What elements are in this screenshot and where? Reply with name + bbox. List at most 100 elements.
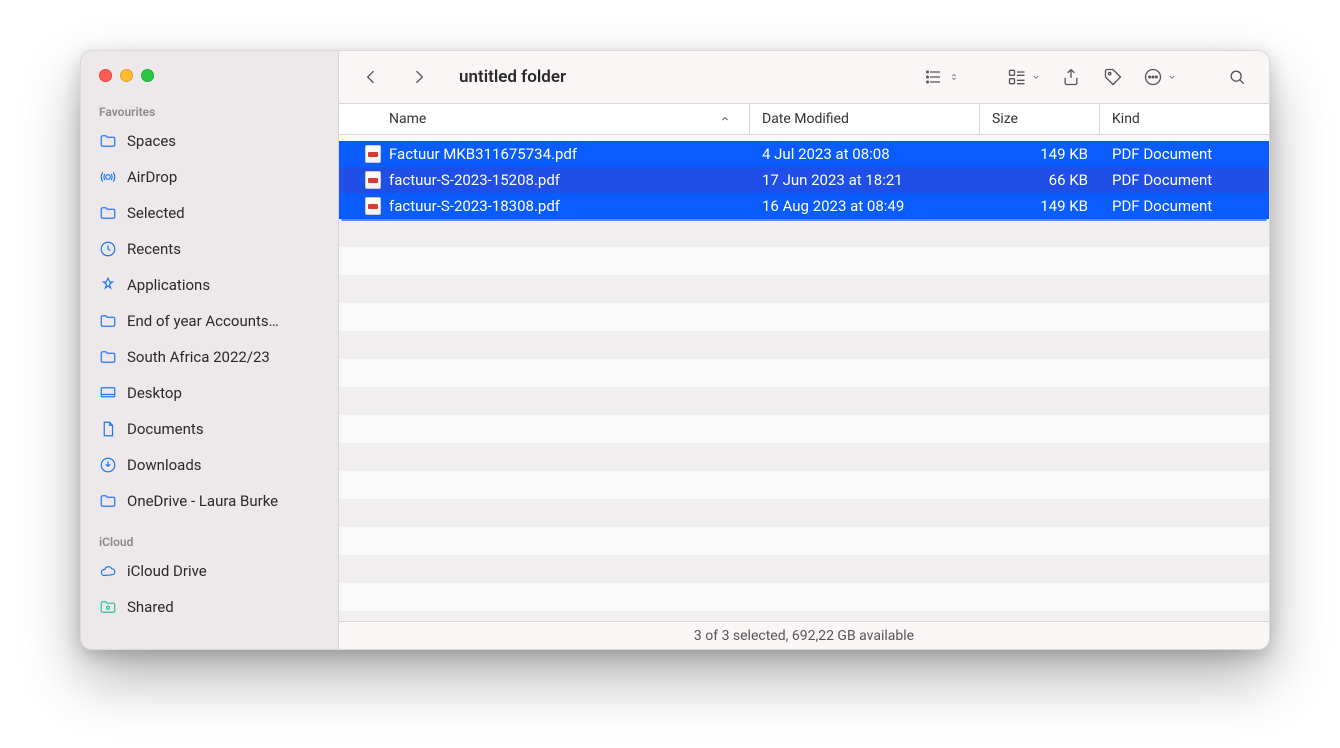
file-row[interactable]: factuur-S-2023-18308.pdf 16 Aug 2023 at …: [339, 193, 1269, 219]
sidebar: Favourites Spaces AirDrop Selected Recen…: [81, 51, 339, 649]
cloud-icon: [99, 562, 117, 580]
folder-title: untitled folder: [459, 67, 566, 87]
column-label: Size: [992, 111, 1018, 127]
sidebar-item-label: iCloud Drive: [127, 562, 207, 580]
sidebar-item-label: South Africa 2022/23: [127, 348, 270, 366]
pdf-file-icon: [365, 145, 381, 163]
column-header-size[interactable]: Size: [980, 104, 1100, 134]
tag-icon: [1103, 67, 1123, 87]
file-size: 66 KB: [980, 171, 1100, 189]
sidebar-item-desktop[interactable]: Desktop: [81, 375, 338, 411]
column-headers: Name Date Modified Size Kind: [339, 103, 1269, 135]
pdf-file-icon: [365, 197, 381, 215]
column-label: Name: [389, 111, 426, 127]
sidebar-item-applications[interactable]: Applications: [81, 267, 338, 303]
column-header-name[interactable]: Name: [339, 104, 750, 134]
sidebar-item-selected[interactable]: Selected: [81, 195, 338, 231]
nav-forward-button[interactable]: [407, 67, 431, 87]
main-pane: untitled folder: [339, 51, 1269, 649]
file-kind: PDF Document: [1100, 197, 1269, 215]
download-icon: [99, 456, 117, 474]
sidebar-item-label: Applications: [127, 276, 210, 294]
tags-button[interactable]: [1101, 67, 1125, 87]
nav-back-button[interactable]: [359, 67, 383, 87]
view-mode-button[interactable]: [925, 67, 959, 87]
sidebar-item-label: OneDrive - Laura Burke: [127, 492, 278, 510]
column-label: Kind: [1112, 111, 1140, 127]
file-size: 149 KB: [980, 145, 1100, 163]
sidebar-item-south-africa[interactable]: South Africa 2022/23: [81, 339, 338, 375]
status-text: 3 of 3 selected, 692,22 GB available: [694, 628, 914, 644]
sidebar-favourites: Spaces AirDrop Selected Recents Applicat…: [81, 123, 338, 519]
desktop-icon: [99, 384, 117, 402]
column-header-kind[interactable]: Kind: [1100, 104, 1269, 134]
share-icon: [1061, 67, 1081, 87]
share-button[interactable]: [1059, 67, 1083, 87]
folder-icon: [99, 492, 117, 510]
column-label: Date Modified: [762, 111, 849, 127]
sidebar-item-label: Shared: [127, 598, 174, 616]
sidebar-item-recents[interactable]: Recents: [81, 231, 338, 267]
file-name: factuur-S-2023-18308.pdf: [389, 197, 560, 215]
sidebar-section-label-favourites: Favourites: [81, 99, 338, 123]
group-button[interactable]: [1007, 67, 1041, 87]
file-date: 17 Jun 2023 at 18:21: [750, 171, 980, 189]
file-list[interactable]: Factuur MKB311675734.pdf 4 Jul 2023 at 0…: [339, 135, 1269, 621]
file-name: Factuur MKB311675734.pdf: [389, 145, 577, 163]
file-kind: PDF Document: [1100, 171, 1269, 189]
chevron-right-icon: [409, 67, 429, 87]
file-date: 16 Aug 2023 at 08:49: [750, 197, 980, 215]
sidebar-item-spaces[interactable]: Spaces: [81, 123, 338, 159]
pdf-file-icon: [365, 171, 381, 189]
list-view-icon: [925, 67, 945, 87]
sidebar-item-icloud-drive[interactable]: iCloud Drive: [81, 553, 338, 589]
up-down-caret-icon: [949, 72, 959, 82]
chevron-down-icon: [1167, 72, 1177, 82]
folder-icon: [99, 348, 117, 366]
file-date: 4 Jul 2023 at 08:08: [750, 145, 980, 163]
sidebar-section-label-icloud: iCloud: [81, 529, 338, 553]
sort-asc-icon: [719, 113, 731, 125]
document-icon: [99, 420, 117, 438]
window-controls: [81, 51, 338, 99]
search-icon: [1227, 67, 1247, 87]
chevron-left-icon: [361, 67, 381, 87]
clock-icon: [99, 240, 117, 258]
sidebar-item-label: Downloads: [127, 456, 202, 474]
sidebar-item-shared[interactable]: Shared: [81, 589, 338, 625]
toolbar: untitled folder: [339, 51, 1269, 103]
file-row[interactable]: factuur-S-2023-15208.pdf 17 Jun 2023 at …: [339, 167, 1269, 193]
sidebar-item-label: Recents: [127, 240, 181, 258]
sidebar-icloud: iCloud Drive Shared: [81, 553, 338, 625]
sidebar-item-end-of-year-accounts[interactable]: End of year Accounts…: [81, 303, 338, 339]
search-button[interactable]: [1225, 67, 1249, 87]
sidebar-item-label: AirDrop: [127, 168, 177, 186]
chevron-down-icon: [1031, 72, 1041, 82]
airdrop-icon: [99, 168, 117, 186]
sidebar-item-label: Documents: [127, 420, 204, 438]
sidebar-item-documents[interactable]: Documents: [81, 411, 338, 447]
sidebar-item-downloads[interactable]: Downloads: [81, 447, 338, 483]
minimize-window-button[interactable]: [120, 69, 133, 82]
more-circle-icon: [1143, 67, 1163, 87]
file-name: factuur-S-2023-15208.pdf: [389, 171, 560, 189]
sidebar-item-label: End of year Accounts…: [127, 312, 279, 330]
sidebar-item-onedrive[interactable]: OneDrive - Laura Burke: [81, 483, 338, 519]
file-row[interactable]: Factuur MKB311675734.pdf 4 Jul 2023 at 0…: [339, 141, 1269, 167]
file-size: 149 KB: [980, 197, 1100, 215]
close-window-button[interactable]: [99, 69, 112, 82]
applications-icon: [99, 276, 117, 294]
sidebar-item-label: Spaces: [127, 132, 176, 150]
folder-icon: [99, 312, 117, 330]
sidebar-item-airdrop[interactable]: AirDrop: [81, 159, 338, 195]
file-kind: PDF Document: [1100, 145, 1269, 163]
folder-icon: [99, 132, 117, 150]
column-header-date[interactable]: Date Modified: [750, 104, 980, 134]
actions-button[interactable]: [1143, 67, 1177, 87]
shared-folder-icon: [99, 598, 117, 616]
group-icon: [1007, 67, 1027, 87]
zoom-window-button[interactable]: [141, 69, 154, 82]
sidebar-item-label: Selected: [127, 204, 185, 222]
folder-icon: [99, 204, 117, 222]
sidebar-item-label: Desktop: [127, 384, 182, 402]
